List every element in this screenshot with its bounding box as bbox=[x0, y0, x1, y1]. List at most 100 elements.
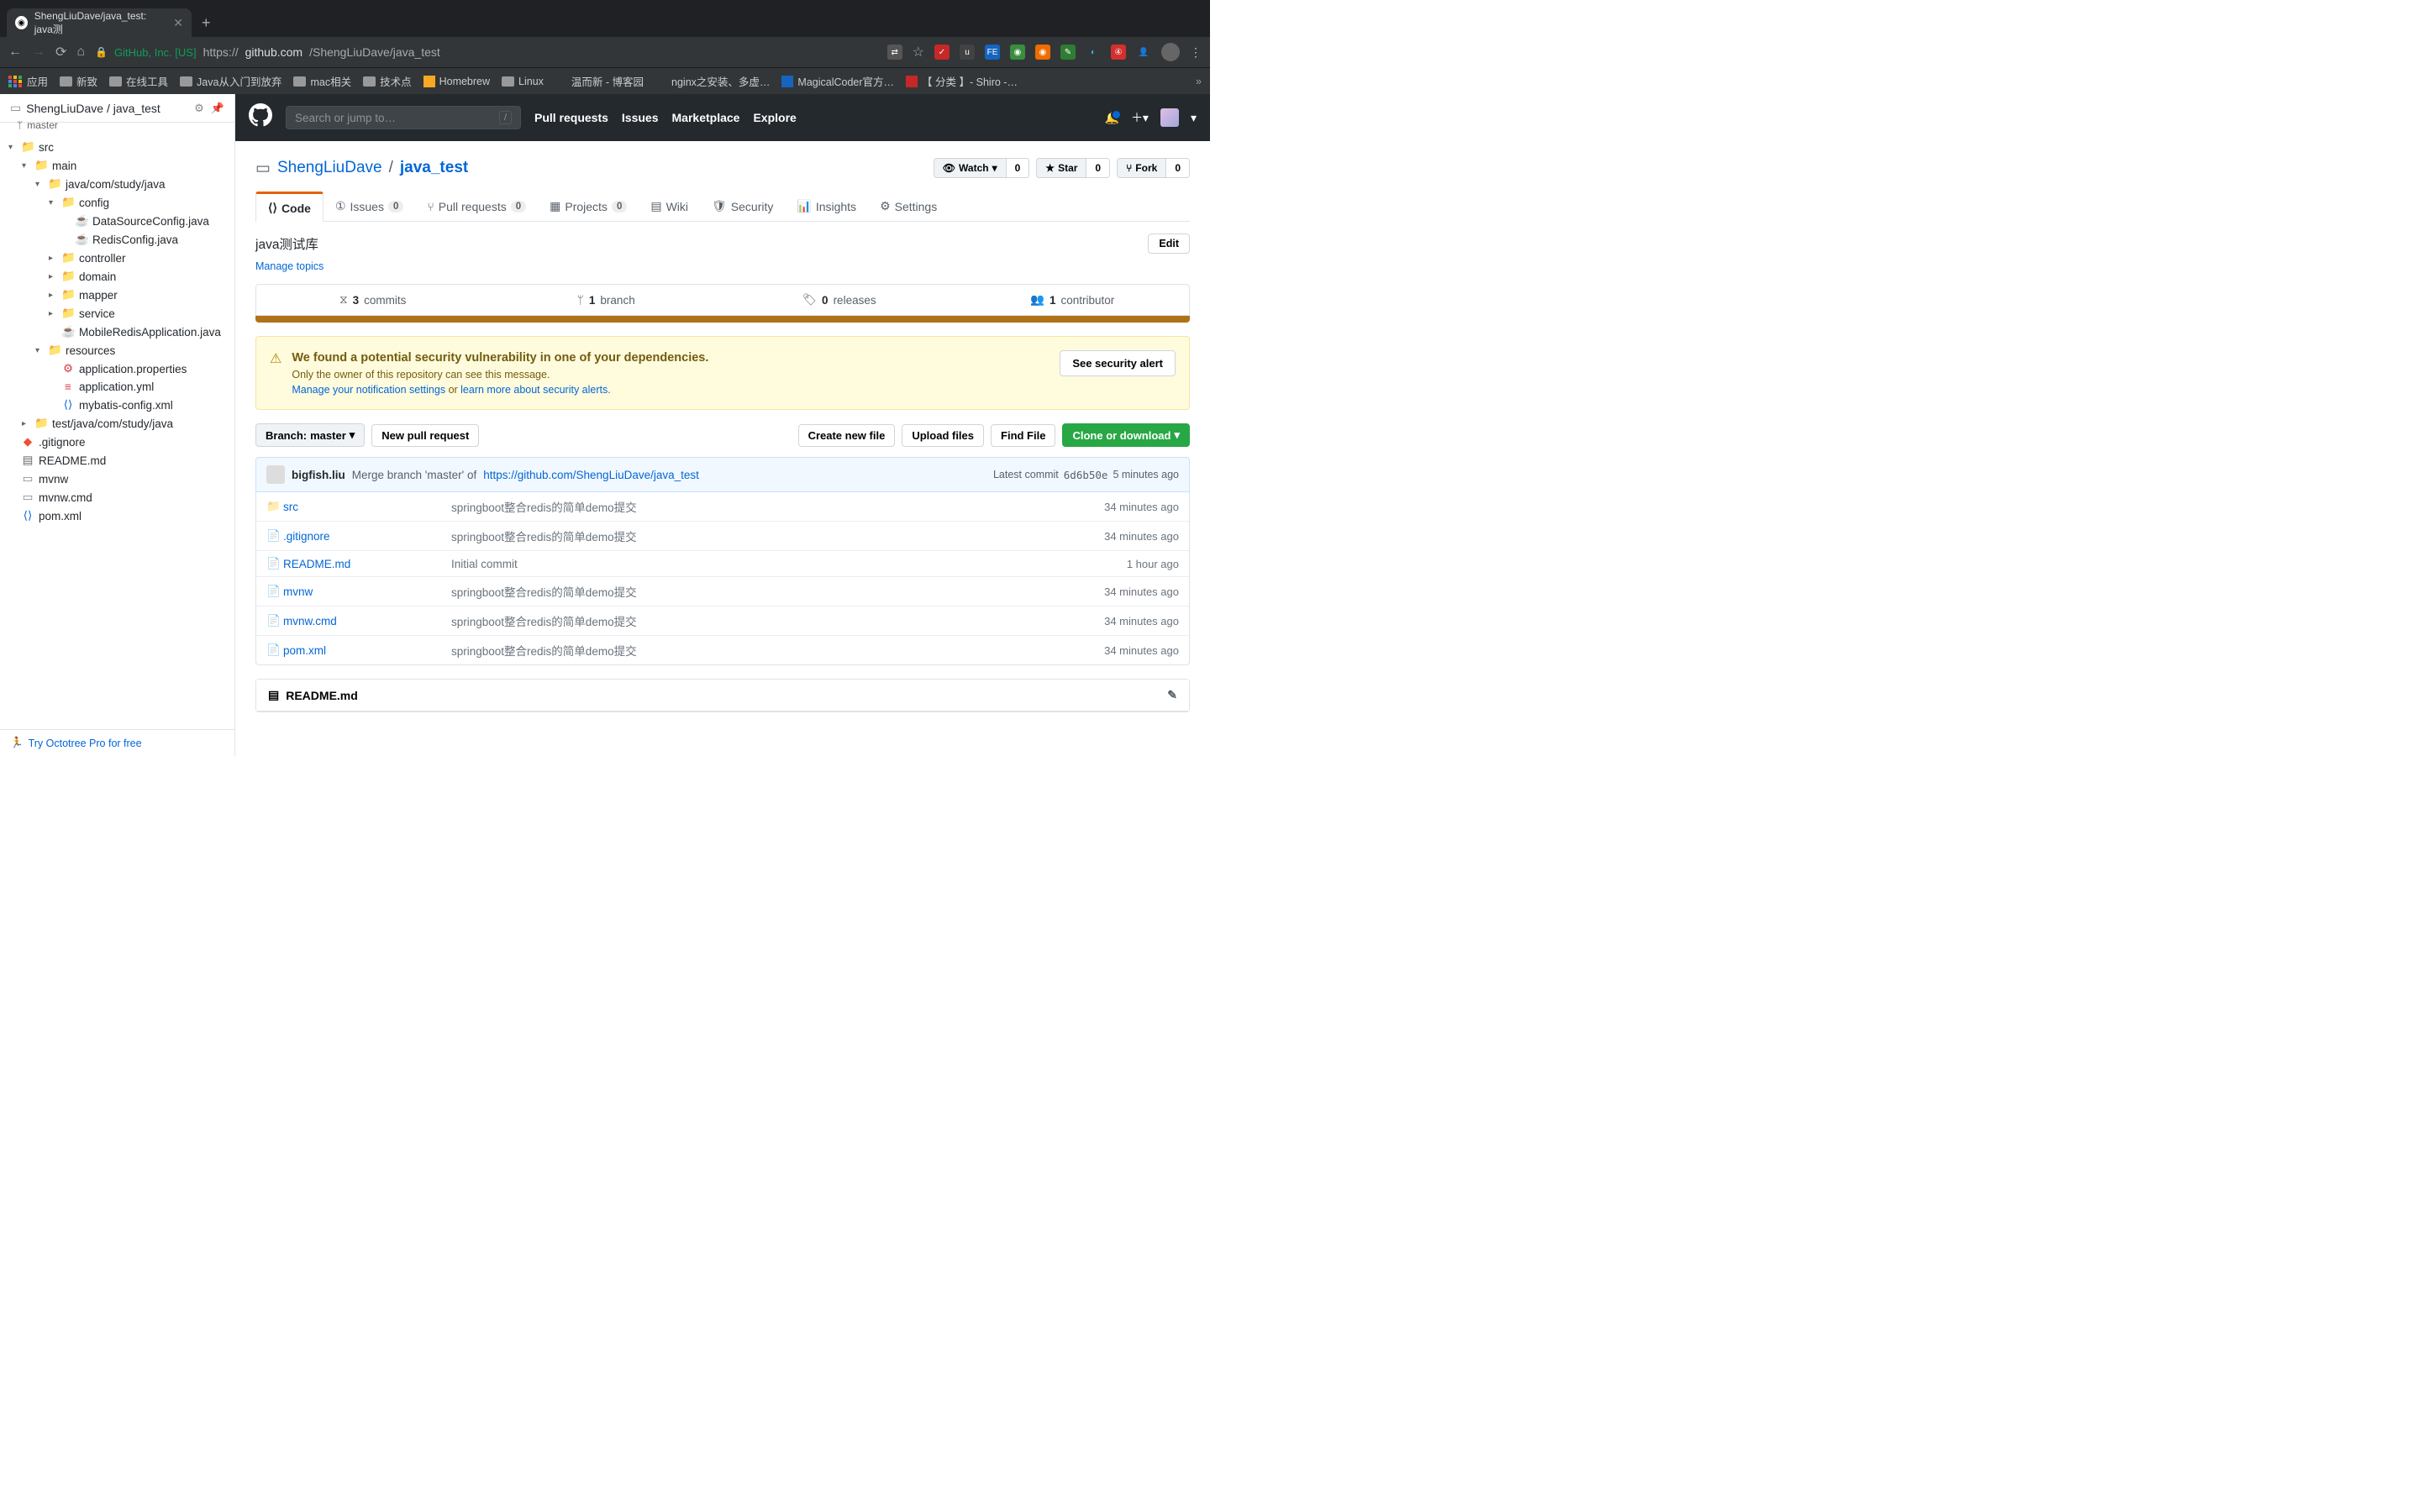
commit-time[interactable]: 5 minutes ago bbox=[1113, 469, 1179, 481]
address-bar[interactable]: 🔒 GitHub, Inc. [US] https://github.com/S… bbox=[95, 45, 877, 59]
pin-icon[interactable]: 📌 bbox=[211, 102, 224, 115]
tab-wiki[interactable]: ▤ Wiki bbox=[639, 192, 700, 221]
ext-misc-icon[interactable]: 👤 bbox=[1136, 45, 1151, 60]
bookmark-item[interactable]: MagicalCoder官方… bbox=[781, 73, 894, 89]
github-logo-icon[interactable] bbox=[249, 103, 272, 133]
ext-ublock-icon[interactable]: u bbox=[960, 45, 975, 60]
contributors-stat[interactable]: 👥 1 contributor bbox=[956, 285, 1190, 315]
warning-link1[interactable]: Manage your notification settings bbox=[292, 384, 445, 396]
warning-link2[interactable]: learn more about security alerts. bbox=[460, 384, 611, 396]
commit-link[interactable]: https://github.com/ShengLiuDave/java_tes… bbox=[483, 469, 699, 481]
bookmark-item[interactable]: 新致 bbox=[60, 73, 97, 89]
commit-author[interactable]: bigfish.liu bbox=[292, 469, 345, 481]
bookmark-item[interactable]: Homebrew bbox=[424, 76, 490, 87]
tree-item[interactable]: ▾📁main bbox=[0, 156, 234, 175]
tree-item[interactable]: ▸📁mapper bbox=[0, 286, 234, 304]
tab-insights[interactable]: 📊 Insights bbox=[785, 192, 868, 221]
nav-explore[interactable]: Explore bbox=[753, 111, 796, 124]
tree-item[interactable]: ▤README.md bbox=[0, 451, 234, 470]
reload-button[interactable]: ⟳ bbox=[55, 44, 66, 60]
tree-item[interactable]: ≡application.yml bbox=[0, 378, 234, 396]
tree-item[interactable]: ▾📁src bbox=[0, 138, 234, 156]
file-link[interactable]: mvnw bbox=[283, 585, 313, 598]
file-link[interactable]: src bbox=[283, 501, 298, 513]
bookmark-item[interactable]: mac相关 bbox=[293, 73, 351, 89]
ext-fe-icon[interactable]: FE bbox=[985, 45, 1000, 60]
commit-sha[interactable]: 6d6b50e bbox=[1064, 469, 1108, 481]
sidebar-branch[interactable]: ᛘ master bbox=[0, 119, 234, 131]
tree-item[interactable]: ▾📁resources bbox=[0, 341, 234, 360]
bookmark-item[interactable]: 【 分类 】- Shiro -… bbox=[906, 73, 1018, 89]
tree-item[interactable]: ▾📁java/com/study/java bbox=[0, 175, 234, 193]
tree-item[interactable]: ▾📁config bbox=[0, 193, 234, 212]
ext-red-icon[interactable]: ✓ bbox=[934, 45, 950, 60]
tree-item[interactable]: ☕RedisConfig.java bbox=[0, 230, 234, 249]
ext-red2-icon[interactable]: ④ bbox=[1111, 45, 1126, 60]
new-pr-button[interactable]: New pull request bbox=[371, 424, 479, 447]
ext-cyan-icon[interactable]: ◐ bbox=[1086, 45, 1101, 60]
tab-security[interactable]: 🛡 Security bbox=[700, 192, 785, 221]
tab-projects[interactable]: ▦ Projects 0 bbox=[538, 192, 639, 221]
fork-button[interactable]: ⑂ Fork0 bbox=[1117, 158, 1190, 178]
octotree-pro-link[interactable]: 🏃 Try Octotree Pro for free bbox=[0, 729, 234, 756]
nav-pull-requests[interactable]: Pull requests bbox=[534, 111, 608, 124]
tab-code[interactable]: ⟨⟩ Code bbox=[255, 192, 324, 222]
commit-author-avatar[interactable] bbox=[266, 465, 285, 484]
tree-item[interactable]: ◆.gitignore bbox=[0, 433, 234, 451]
create-file-button[interactable]: Create new file bbox=[798, 424, 896, 447]
edit-description-button[interactable]: Edit bbox=[1148, 234, 1190, 254]
repo-name-link[interactable]: java_test bbox=[400, 159, 468, 177]
star-button[interactable]: ★ Star0 bbox=[1036, 158, 1110, 178]
ext-orange-icon[interactable]: ◉ bbox=[1035, 45, 1050, 60]
tree-item[interactable]: ▭mvnw.cmd bbox=[0, 488, 234, 507]
file-link[interactable]: README.md bbox=[283, 558, 350, 570]
file-link[interactable]: mvnw.cmd bbox=[283, 615, 337, 627]
notifications-icon[interactable]: 🔔 bbox=[1105, 111, 1119, 125]
tree-item[interactable]: ☕DataSourceConfig.java bbox=[0, 212, 234, 230]
watch-button[interactable]: 👁 Watch ▾0 bbox=[934, 158, 1030, 178]
tree-item[interactable]: ☕MobileRedisApplication.java bbox=[0, 323, 234, 341]
branch-selector[interactable]: Branch: master ▾ bbox=[255, 423, 365, 447]
user-dropdown-caret[interactable]: ▾ bbox=[1191, 111, 1197, 125]
tab-settings[interactable]: ⚙ Settings bbox=[868, 192, 949, 221]
edit-readme-icon[interactable]: ✎ bbox=[1167, 688, 1177, 702]
releases-stat[interactable]: 🏷 0 releases bbox=[723, 285, 956, 315]
bookmark-item[interactable]: nginx之安装、多虚… bbox=[655, 73, 770, 89]
tab-pull-requests[interactable]: ⑂ Pull requests 0 bbox=[415, 192, 538, 221]
commits-stat[interactable]: ⧖ 3 commits bbox=[256, 285, 490, 315]
manage-topics-link[interactable]: Manage topics bbox=[255, 260, 324, 272]
star-url-icon[interactable]: ☆ bbox=[913, 44, 924, 60]
upload-files-button[interactable]: Upload files bbox=[902, 424, 984, 447]
sidebar-repo[interactable]: java_test bbox=[113, 102, 160, 115]
forward-button[interactable]: → bbox=[32, 45, 45, 60]
tab-issues[interactable]: ① Issues 0 bbox=[324, 192, 415, 221]
tree-item[interactable]: ⟨⟩mybatis-config.xml bbox=[0, 396, 234, 414]
sidebar-owner[interactable]: ShengLiuDave bbox=[26, 102, 103, 115]
bookmark-item[interactable]: 在线工具 bbox=[109, 73, 168, 89]
bookmark-item[interactable]: 温而新 - 博客园 bbox=[555, 73, 644, 89]
branches-stat[interactable]: ᛘ 1 branch bbox=[490, 285, 723, 315]
gear-icon[interactable]: ⚙ bbox=[194, 102, 204, 115]
home-button[interactable]: ⌂ bbox=[76, 45, 85, 60]
tree-item[interactable]: ▸📁test/java/com/study/java bbox=[0, 414, 234, 433]
file-link[interactable]: .gitignore bbox=[283, 530, 330, 543]
ext-evernote-icon[interactable]: ✎ bbox=[1060, 45, 1076, 60]
tree-item[interactable]: ⟨⟩pom.xml bbox=[0, 507, 234, 525]
language-bar[interactable] bbox=[255, 316, 1190, 323]
translate-icon[interactable]: ⇄ bbox=[887, 45, 902, 60]
github-search[interactable]: Search or jump to… / bbox=[286, 106, 521, 129]
clone-download-button[interactable]: Clone or download ▾ bbox=[1062, 423, 1190, 447]
tree-item[interactable]: ▸📁domain bbox=[0, 267, 234, 286]
profile-icon[interactable] bbox=[1161, 43, 1180, 61]
nav-issues[interactable]: Issues bbox=[622, 111, 659, 124]
tree-item[interactable]: ▸📁controller bbox=[0, 249, 234, 267]
file-link[interactable]: pom.xml bbox=[283, 644, 326, 657]
repo-owner-link[interactable]: ShengLiuDave bbox=[277, 159, 382, 177]
tree-item[interactable]: ⚙application.properties bbox=[0, 360, 234, 378]
create-dropdown[interactable]: ＋▾ bbox=[1131, 109, 1149, 126]
bookmarks-overflow[interactable]: » bbox=[1196, 76, 1202, 87]
see-alert-button[interactable]: See security alert bbox=[1060, 350, 1176, 376]
apps-button[interactable]: 应用 bbox=[8, 73, 48, 89]
chrome-menu-icon[interactable]: ⋮ bbox=[1190, 45, 1202, 60]
find-file-button[interactable]: Find File bbox=[991, 424, 1055, 447]
